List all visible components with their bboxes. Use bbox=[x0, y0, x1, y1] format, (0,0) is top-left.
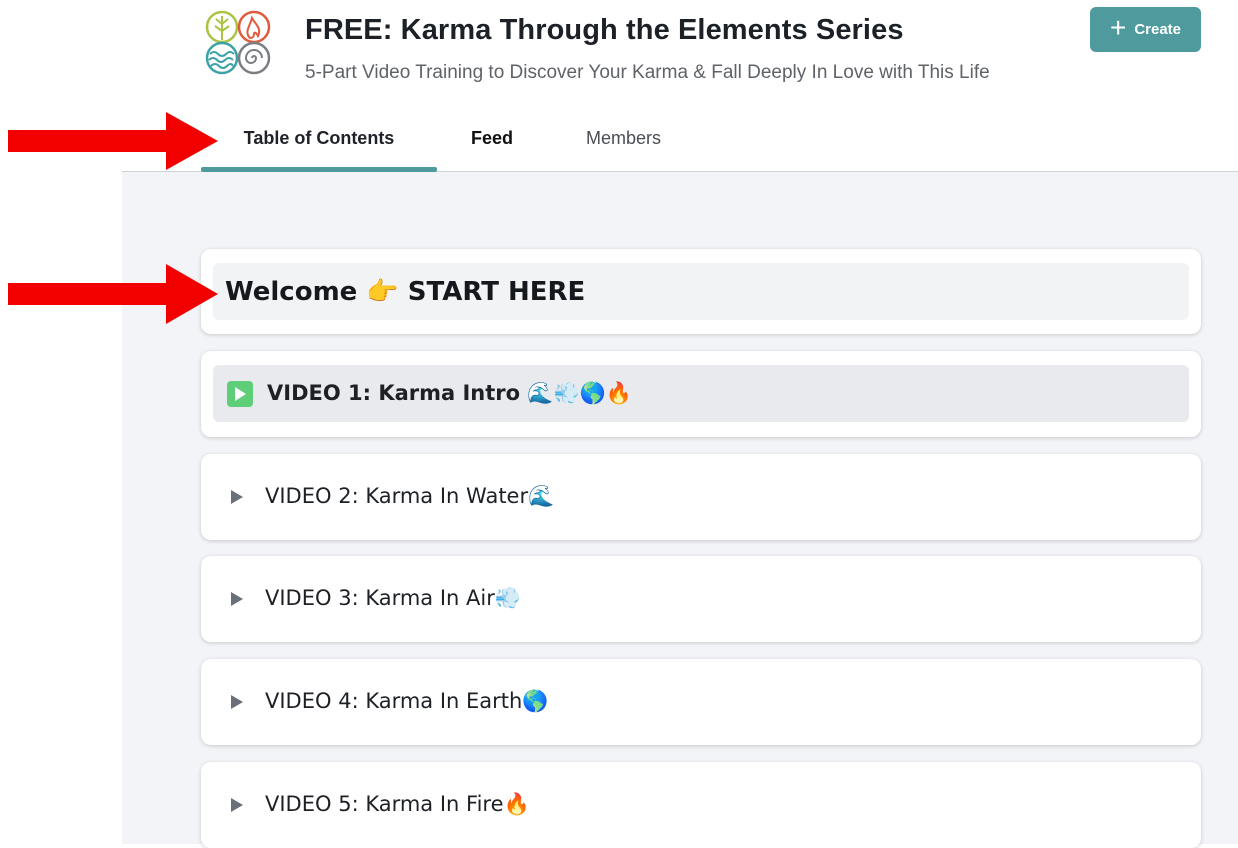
create-button-label: Create bbox=[1134, 21, 1182, 38]
triangle-right-icon bbox=[231, 489, 243, 504]
course-title: FREE: Karma Through the Elements Series bbox=[305, 14, 904, 46]
lesson-title: VIDEO 4: Karma In Earth🌎 bbox=[265, 689, 549, 713]
section-header-welcome[interactable]: Welcome 👉 START HERE bbox=[213, 263, 1189, 320]
triangle-right-icon bbox=[231, 694, 243, 709]
lesson-card-video-2[interactable]: VIDEO 2: Karma In Water🌊 bbox=[201, 454, 1201, 540]
lesson-card-video-3[interactable]: VIDEO 3: Karma In Air💨 bbox=[201, 556, 1201, 642]
triangle-right-icon bbox=[231, 797, 243, 812]
elements-logo bbox=[205, 10, 271, 75]
tab-members[interactable]: Members bbox=[586, 128, 661, 168]
plus-icon: + bbox=[1109, 12, 1127, 43]
red-arrow-icon bbox=[8, 264, 218, 324]
lesson-row[interactable]: VIDEO 2: Karma In Water🌊 bbox=[213, 468, 1189, 525]
lesson-card-video-4[interactable]: VIDEO 4: Karma In Earth🌎 bbox=[201, 659, 1201, 745]
lesson-card-video-1[interactable]: VIDEO 1: Karma Intro 🌊💨🌎🔥 bbox=[201, 351, 1201, 437]
create-button[interactable]: + Create bbox=[1090, 7, 1201, 52]
lesson-row-active[interactable]: VIDEO 1: Karma Intro 🌊💨🌎🔥 bbox=[213, 365, 1189, 422]
lesson-title: VIDEO 3: Karma In Air💨 bbox=[265, 586, 522, 610]
tab-feed[interactable]: Feed bbox=[471, 128, 513, 168]
course-subtitle: 5-Part Video Training to Discover Your K… bbox=[305, 62, 990, 83]
section-card-welcome: Welcome 👉 START HERE bbox=[201, 249, 1201, 334]
lesson-card-video-5[interactable]: VIDEO 5: Karma In Fire🔥 bbox=[201, 762, 1201, 848]
section-title: Welcome 👉 START HERE bbox=[225, 276, 586, 307]
lesson-row[interactable]: VIDEO 3: Karma In Air💨 bbox=[213, 570, 1189, 627]
lesson-title: VIDEO 2: Karma In Water🌊 bbox=[265, 484, 555, 508]
triangle-right-icon bbox=[231, 591, 243, 606]
lesson-title: VIDEO 1: Karma Intro 🌊💨🌎🔥 bbox=[267, 381, 632, 405]
play-square-icon bbox=[227, 380, 253, 407]
tab-table-of-contents[interactable]: Table of Contents bbox=[201, 128, 437, 168]
lesson-row[interactable]: VIDEO 5: Karma In Fire🔥 bbox=[213, 776, 1189, 833]
red-arrow-icon bbox=[8, 112, 218, 170]
lesson-title: VIDEO 5: Karma In Fire🔥 bbox=[265, 792, 530, 816]
lesson-row[interactable]: VIDEO 4: Karma In Earth🌎 bbox=[213, 673, 1189, 730]
